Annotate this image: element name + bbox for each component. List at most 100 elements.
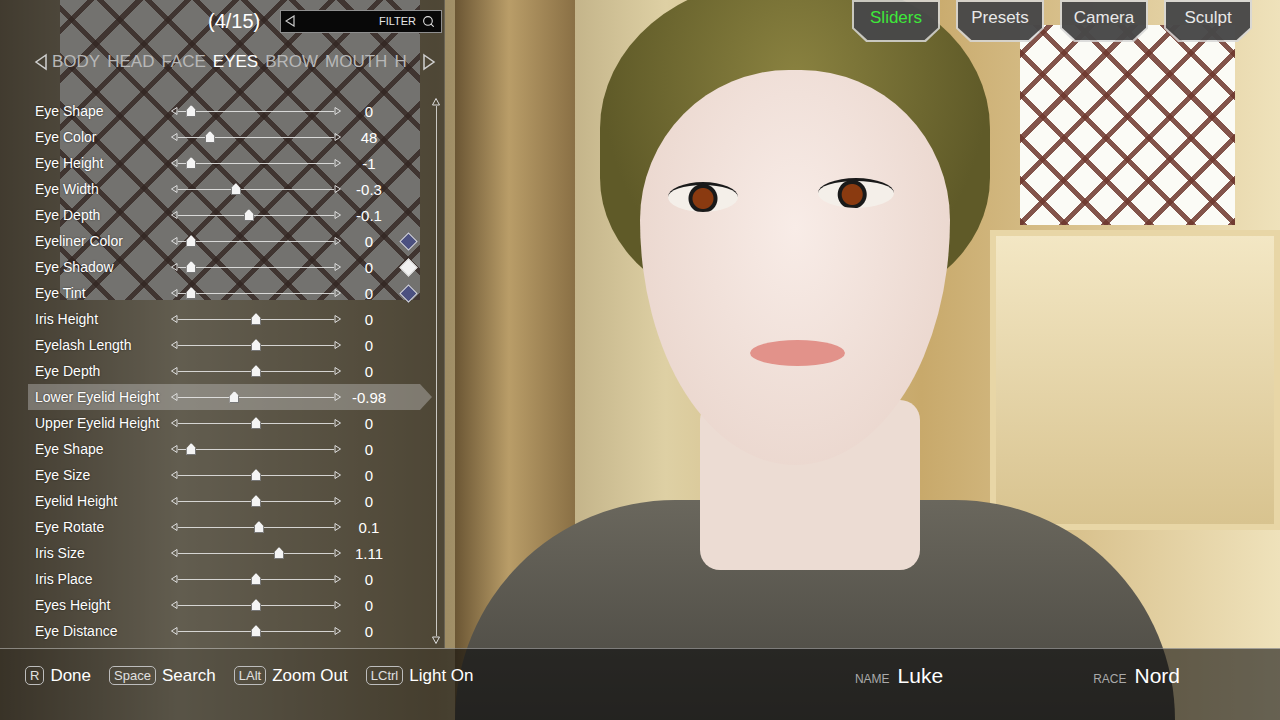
category-tab[interactable]: BODY <box>52 50 100 74</box>
mode-tab-label: Sliders <box>854 2 938 40</box>
slider-list: Eye Shape0Eye Color48Eye Height-1Eye Wid… <box>0 98 432 644</box>
slider-row[interactable]: Eye Shadow0 <box>28 254 432 280</box>
slider-label: Iris Place <box>35 571 171 587</box>
slider-value: 0.1 <box>341 519 397 536</box>
slider-row[interactable]: Upper Eyelid Height0 <box>28 410 432 436</box>
control-hint[interactable]: LAltZoom Out <box>234 666 348 686</box>
slider-row[interactable]: Lower Eyelid Height-0.98 <box>28 384 432 410</box>
track-right-arrow-icon <box>334 341 341 349</box>
slider-track[interactable] <box>171 466 341 484</box>
slider-value: -1 <box>341 155 397 172</box>
slider-track[interactable] <box>171 232 341 250</box>
slider-track[interactable] <box>171 336 341 354</box>
filter-input[interactable] <box>299 14 418 28</box>
slider-row[interactable]: Iris Height0 <box>28 306 432 332</box>
slider-track[interactable] <box>171 414 341 432</box>
track-line <box>178 241 334 242</box>
slider-track[interactable] <box>171 388 341 406</box>
slider-row[interactable]: Iris Size1.11 <box>28 540 432 566</box>
slider-track[interactable] <box>171 362 341 380</box>
slider-thumb[interactable] <box>254 521 264 533</box>
slider-track[interactable] <box>171 180 341 198</box>
category-tab[interactable]: FACE <box>161 50 205 74</box>
control-hint[interactable]: SpaceSearch <box>109 666 216 686</box>
control-label: Light On <box>409 666 473 686</box>
filter-field[interactable] <box>280 10 442 33</box>
slider-row[interactable]: Eye Shape0 <box>28 436 432 462</box>
slider-thumb[interactable] <box>251 469 261 481</box>
category-tab[interactable]: MOUTH <box>325 50 387 74</box>
slider-thumb[interactable] <box>186 287 196 299</box>
slider-track[interactable] <box>171 544 341 562</box>
slider-thumb[interactable] <box>274 547 284 559</box>
slider-track[interactable] <box>171 310 341 328</box>
slider-row[interactable]: Eyelash Length0 <box>28 332 432 358</box>
category-tab[interactable]: HEAD <box>107 50 154 74</box>
control-hint[interactable]: RDone <box>25 666 91 686</box>
slider-track[interactable] <box>171 492 341 510</box>
scrollbar[interactable] <box>432 98 440 644</box>
color-swatch[interactable] <box>399 284 417 302</box>
category-tab[interactable]: H <box>394 50 406 74</box>
slider-thumb[interactable] <box>251 495 261 507</box>
slider-row[interactable]: Eye Shape0 <box>28 98 432 124</box>
slider-row[interactable]: Eyeliner Color0 <box>28 228 432 254</box>
scroll-down-icon[interactable] <box>432 636 440 644</box>
prev-category-icon[interactable] <box>34 53 48 71</box>
slider-track[interactable] <box>171 258 341 276</box>
slider-track[interactable] <box>171 570 341 588</box>
slider-row[interactable]: Eye Height-1 <box>28 150 432 176</box>
scroll-up-icon[interactable] <box>432 98 440 106</box>
slider-track[interactable] <box>171 622 341 640</box>
mode-tab[interactable]: Sliders <box>852 0 940 42</box>
slider-row[interactable]: Eye Color48 <box>28 124 432 150</box>
slider-row[interactable]: Eye Rotate0.1 <box>28 514 432 540</box>
category-tab[interactable]: BROW <box>265 50 318 74</box>
mode-tab[interactable]: Presets <box>956 0 1044 42</box>
slider-row[interactable]: Eyes Height0 <box>28 592 432 618</box>
slider-row[interactable]: Eye Tint0 <box>28 280 432 306</box>
slider-value: 0 <box>341 415 397 432</box>
slider-track[interactable] <box>171 284 341 302</box>
slider-value: 0 <box>341 571 397 588</box>
slider-row[interactable]: Eye Size0 <box>28 462 432 488</box>
slider-track[interactable] <box>171 102 341 120</box>
track-line <box>178 449 334 450</box>
slider-row[interactable]: Eye Depth-0.1 <box>28 202 432 228</box>
slider-row[interactable]: Iris Place 0 <box>28 566 432 592</box>
slider-row[interactable]: Eye Width-0.3 <box>28 176 432 202</box>
slider-thumb[interactable] <box>186 261 196 273</box>
next-category-icon[interactable] <box>422 53 436 71</box>
color-swatch[interactable] <box>399 232 417 250</box>
slider-row[interactable]: Eye Distance0 <box>28 618 432 644</box>
slider-thumb[interactable] <box>186 157 196 169</box>
slider-thumb[interactable] <box>251 599 261 611</box>
slider-thumb[interactable] <box>251 313 261 325</box>
panel-header: (4/15) <box>0 0 444 42</box>
slider-thumb[interactable] <box>244 209 254 221</box>
slider-row[interactable]: Eyelid Height0 <box>28 488 432 514</box>
slider-thumb[interactable] <box>229 391 239 403</box>
slider-track[interactable] <box>171 128 341 146</box>
control-hint[interactable]: LCtrlLight On <box>366 666 474 686</box>
slider-thumb[interactable] <box>251 365 261 377</box>
slider-thumb[interactable] <box>231 183 241 195</box>
slider-track[interactable] <box>171 440 341 458</box>
slider-thumb[interactable] <box>186 235 196 247</box>
slider-row[interactable]: Eye Depth0 <box>28 358 432 384</box>
slider-thumb[interactable] <box>186 105 196 117</box>
slider-thumb[interactable] <box>251 339 261 351</box>
slider-track[interactable] <box>171 154 341 172</box>
slider-thumb[interactable] <box>251 417 261 429</box>
slider-thumb[interactable] <box>251 625 261 637</box>
slider-track[interactable] <box>171 206 341 224</box>
slider-track[interactable] <box>171 596 341 614</box>
slider-track[interactable] <box>171 518 341 536</box>
category-tab[interactable]: EYES <box>213 50 258 74</box>
slider-thumb[interactable] <box>251 573 261 585</box>
mode-tab[interactable]: Camera <box>1060 0 1148 42</box>
color-swatch[interactable] <box>399 258 417 276</box>
mode-tab[interactable]: Sculpt <box>1164 0 1252 42</box>
slider-thumb[interactable] <box>205 131 215 143</box>
slider-thumb[interactable] <box>186 443 196 455</box>
